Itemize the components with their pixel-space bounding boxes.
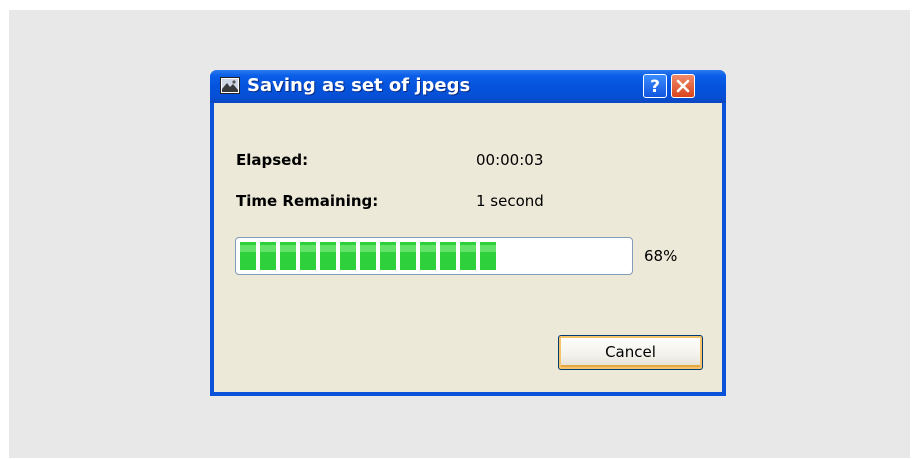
progress-bar xyxy=(235,237,633,275)
svg-text:?: ? xyxy=(650,77,660,97)
progress-segment-highlight xyxy=(260,245,276,252)
progress-bar-fill xyxy=(240,242,496,270)
cancel-button[interactable]: Cancel xyxy=(558,335,703,370)
progress-percent: 68% xyxy=(644,247,678,265)
progress-segment-highlight xyxy=(460,245,476,252)
titlebar[interactable]: Saving as set of jpegs ? xyxy=(210,70,726,103)
dialog-body: Elapsed: 00:00:03 Time Remaining: 1 seco… xyxy=(214,103,722,392)
help-button[interactable]: ? xyxy=(643,74,667,98)
progress-segment-highlight xyxy=(280,245,296,252)
elapsed-label: Elapsed: xyxy=(236,151,309,169)
progress-segment-highlight xyxy=(400,245,416,252)
progress-segment-highlight xyxy=(480,245,496,252)
close-button[interactable] xyxy=(671,74,695,98)
dialog-title: Saving as set of jpegs xyxy=(247,75,471,96)
close-x-icon xyxy=(676,79,690,93)
progress-segment-highlight xyxy=(360,245,376,252)
progress-segment-highlight xyxy=(340,245,356,252)
elapsed-value: 00:00:03 xyxy=(476,151,544,169)
time-remaining-label: Time Remaining: xyxy=(236,192,379,210)
saving-dialog: Saving as set of jpegs ? Elapsed: 00:00:… xyxy=(210,70,726,396)
question-mark-icon: ? xyxy=(650,77,660,97)
progress-segment-highlight xyxy=(420,245,436,252)
time-remaining-value: 1 second xyxy=(476,192,544,210)
progress-segment-highlight xyxy=(320,245,336,252)
progress-segment-highlight xyxy=(380,245,396,252)
image-export-icon xyxy=(220,77,240,94)
progress-segment-highlight xyxy=(440,245,456,252)
progress-segment-highlight xyxy=(240,245,256,252)
progress-segment-highlight xyxy=(300,245,316,252)
